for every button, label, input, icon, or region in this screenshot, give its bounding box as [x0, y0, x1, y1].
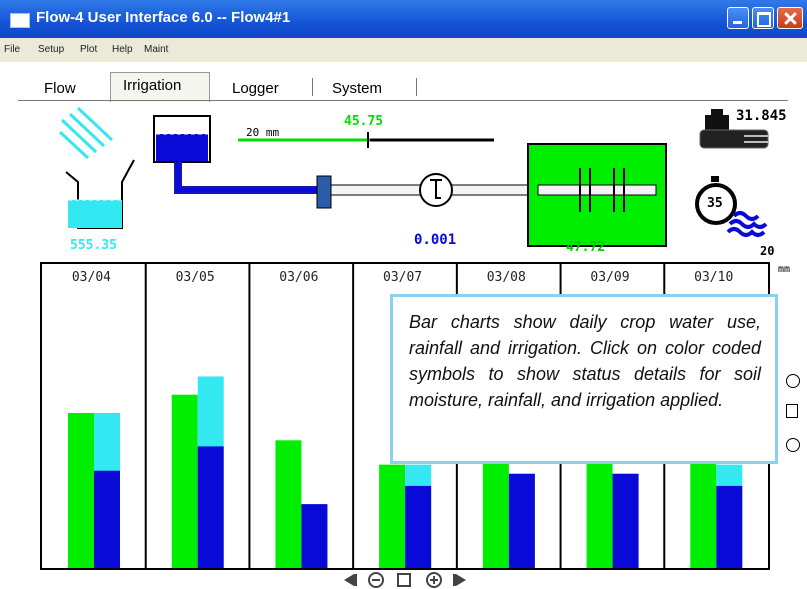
bar-03-06-s2[interactable] — [301, 504, 328, 568]
date-label: 03/07 — [383, 270, 423, 285]
bar-03-07-s0[interactable] — [379, 464, 406, 568]
bar-03-07-s2[interactable] — [405, 485, 432, 568]
bar-03-08-s2[interactable] — [508, 473, 535, 568]
chart-nav — [344, 572, 466, 588]
zoom-out-icon[interactable] — [368, 572, 384, 588]
help-callout: Bar charts show daily crop water use, ra… — [390, 294, 778, 464]
date-label: 03/04 — [71, 270, 111, 285]
bar-03-06-s0[interactable] — [275, 440, 302, 568]
bar-03-04-s2[interactable] — [94, 470, 120, 568]
app-window: Flow-4 User Interface 6.0 -- Flow4#1 Fil… — [0, 0, 807, 589]
forward-icon[interactable] — [453, 574, 466, 586]
day-divider — [352, 262, 355, 568]
date-label: 03/08 — [486, 270, 526, 285]
date-label: 03/10 — [694, 270, 734, 285]
bar-03-10-s2[interactable] — [716, 485, 743, 568]
day-divider — [248, 262, 251, 568]
zoom-in-icon[interactable] — [786, 374, 800, 388]
bar-03-09-s2[interactable] — [612, 473, 639, 568]
bar-03-09-s0[interactable] — [586, 446, 613, 568]
zoom-in-icon[interactable] — [426, 572, 442, 588]
date-label: 03/06 — [279, 270, 319, 285]
bar-03-08-s0[interactable] — [482, 446, 509, 568]
rewind-icon[interactable] — [344, 574, 357, 586]
bar-03-04-s0[interactable] — [68, 412, 94, 568]
bar-03-05-s0[interactable] — [171, 394, 198, 568]
date-label: 03/09 — [590, 270, 630, 285]
bar-03-05-s2[interactable] — [197, 446, 224, 568]
stop-icon[interactable] — [397, 573, 411, 587]
stop-icon[interactable] — [786, 404, 798, 418]
day-divider — [144, 262, 147, 568]
bar-03-10-s0[interactable] — [690, 446, 717, 568]
help-callout-text: Bar charts show daily crop water use, ra… — [393, 297, 775, 461]
date-label: 03/05 — [175, 270, 215, 285]
zoom-out-icon[interactable] — [786, 438, 800, 452]
